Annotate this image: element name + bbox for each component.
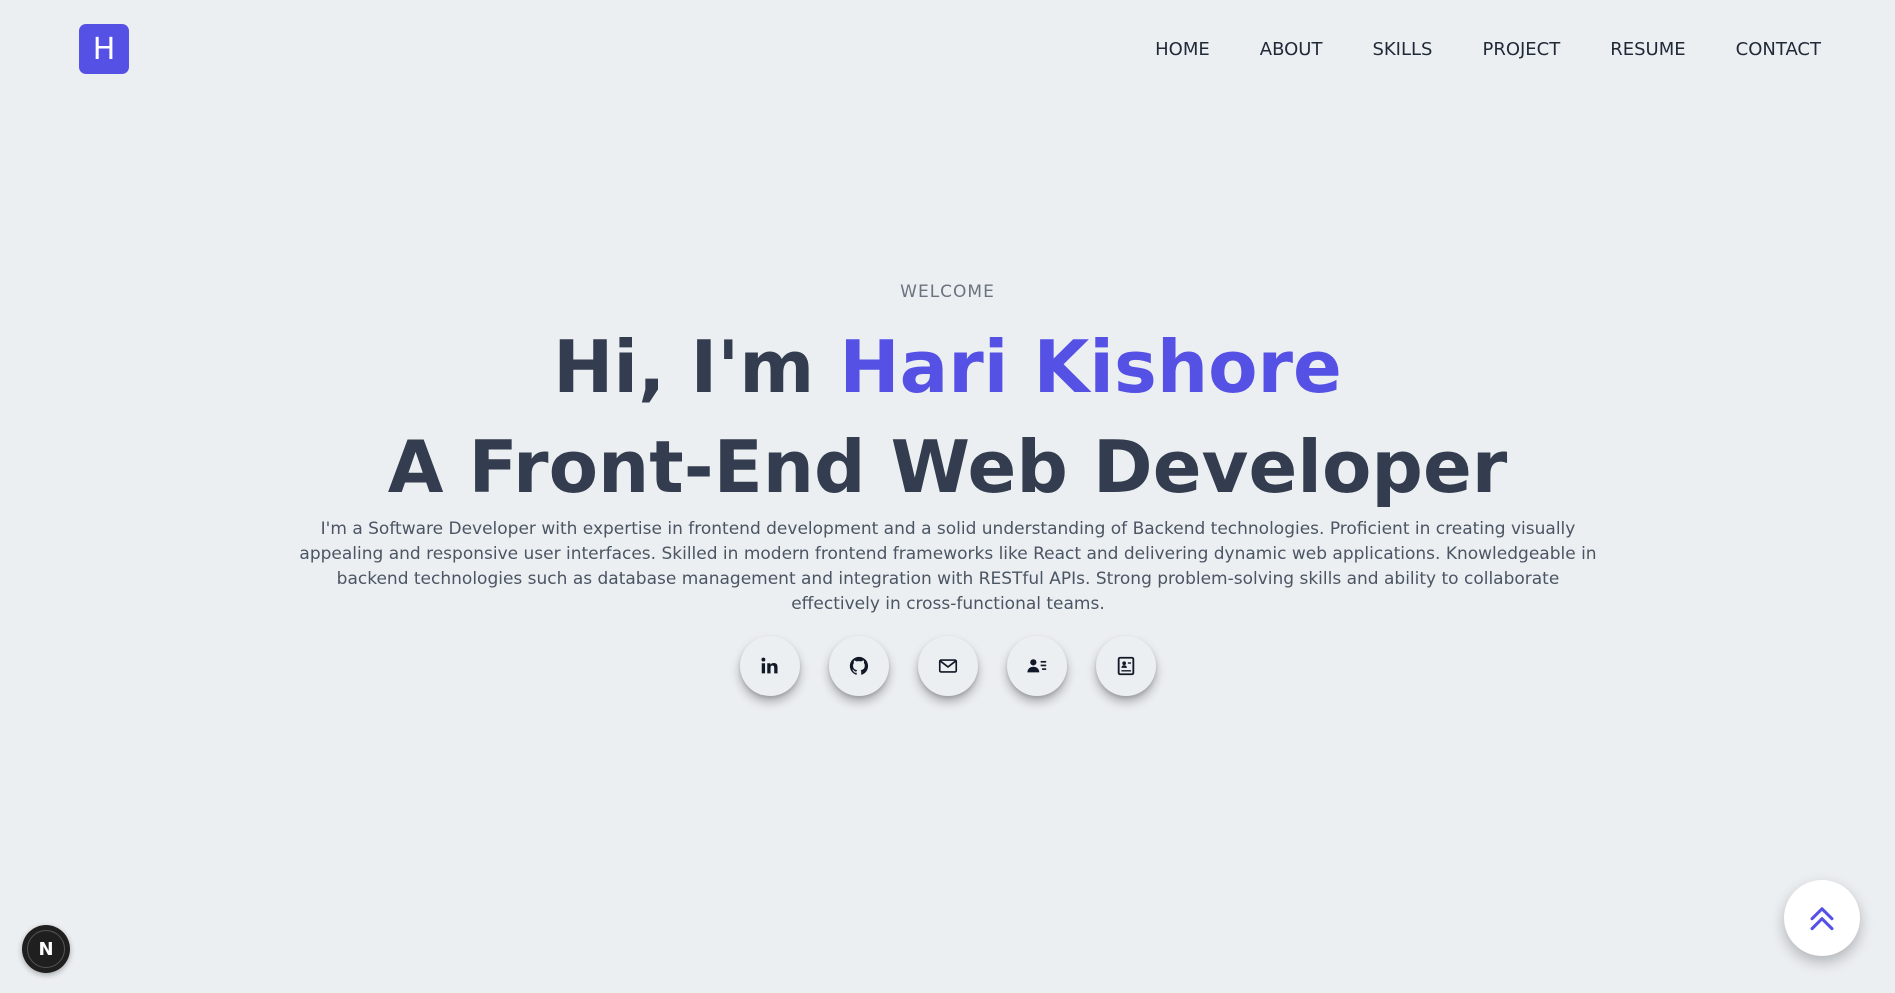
linkedin-button[interactable]	[739, 636, 800, 696]
social-links	[0, 636, 1895, 696]
name-text: Hari Kishore	[839, 325, 1342, 409]
nextjs-logo-icon: N	[27, 930, 65, 968]
resume-button[interactable]	[1095, 636, 1156, 696]
portfolio-page: H HOME ABOUT SKILLS PROJECT RESUME CONTA…	[0, 0, 1895, 993]
nav-contact[interactable]: CONTACT	[1736, 38, 1821, 62]
github-button[interactable]	[828, 636, 889, 696]
logo-button[interactable]: H	[79, 24, 129, 74]
greeting-heading: Hi, I'm Hari Kishore	[0, 322, 1895, 412]
welcome-eyebrow: WELCOME	[900, 282, 995, 302]
contact-button[interactable]	[1006, 636, 1067, 696]
logo-letter: H	[92, 31, 116, 67]
greeting-text: Hi, I'm	[553, 325, 840, 409]
nav-skills[interactable]: SKILLS	[1372, 38, 1432, 62]
nav-home[interactable]: HOME	[1155, 38, 1210, 62]
mail-icon	[938, 659, 957, 673]
main-nav: HOME ABOUT SKILLS PROJECT RESUME CONTACT	[1105, 38, 1821, 62]
github-icon	[849, 656, 868, 675]
contact-card-icon	[1026, 659, 1046, 673]
role-heading: A Front-End Web Developer	[387, 425, 1508, 509]
nav-about[interactable]: ABOUT	[1260, 38, 1323, 62]
nav-project[interactable]: PROJECT	[1482, 38, 1560, 62]
bio-paragraph: I'm a Software Developer with expertise …	[299, 519, 1597, 614]
double-chevron-up-icon	[1810, 907, 1834, 931]
nextjs-dev-badge[interactable]: N	[22, 925, 70, 973]
next-badge-letter: N	[38, 938, 54, 960]
email-button[interactable]	[917, 636, 978, 696]
linkedin-icon	[760, 657, 778, 674]
nav-resume[interactable]: RESUME	[1610, 38, 1685, 62]
resume-icon	[1117, 656, 1134, 676]
scroll-to-top-button[interactable]	[1784, 880, 1860, 956]
